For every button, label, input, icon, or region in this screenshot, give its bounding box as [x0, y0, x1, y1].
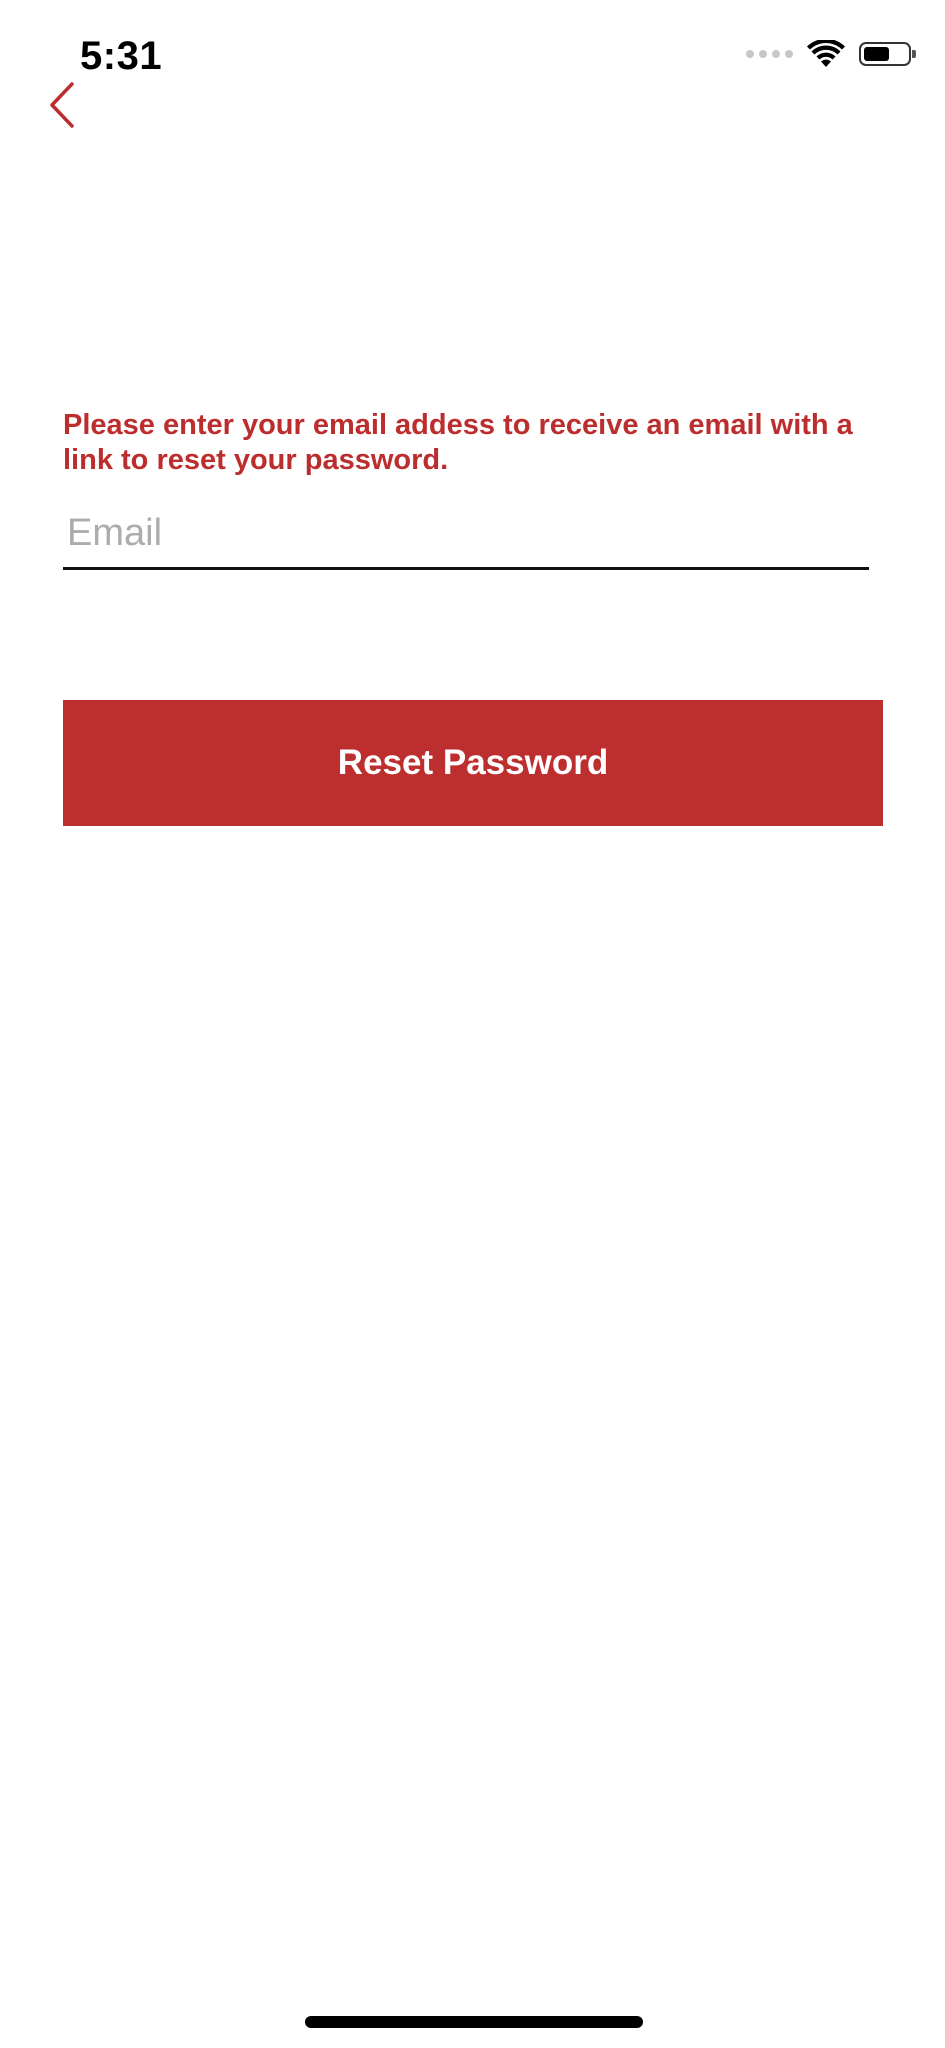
- reset-password-button[interactable]: Reset Password: [63, 700, 883, 826]
- signal-icon: [746, 50, 793, 58]
- status-icons: [746, 40, 916, 68]
- home-indicator[interactable]: [305, 2016, 643, 2028]
- chevron-left-icon: [50, 82, 74, 128]
- email-field[interactable]: [63, 500, 869, 570]
- status-bar: 5:31: [0, 0, 945, 110]
- back-button[interactable]: [44, 80, 84, 130]
- status-time: 5:31: [80, 34, 163, 78]
- instruction-text: Please enter your email addess to receiv…: [63, 409, 853, 476]
- battery-icon: [859, 42, 916, 66]
- wifi-icon: [807, 40, 845, 67]
